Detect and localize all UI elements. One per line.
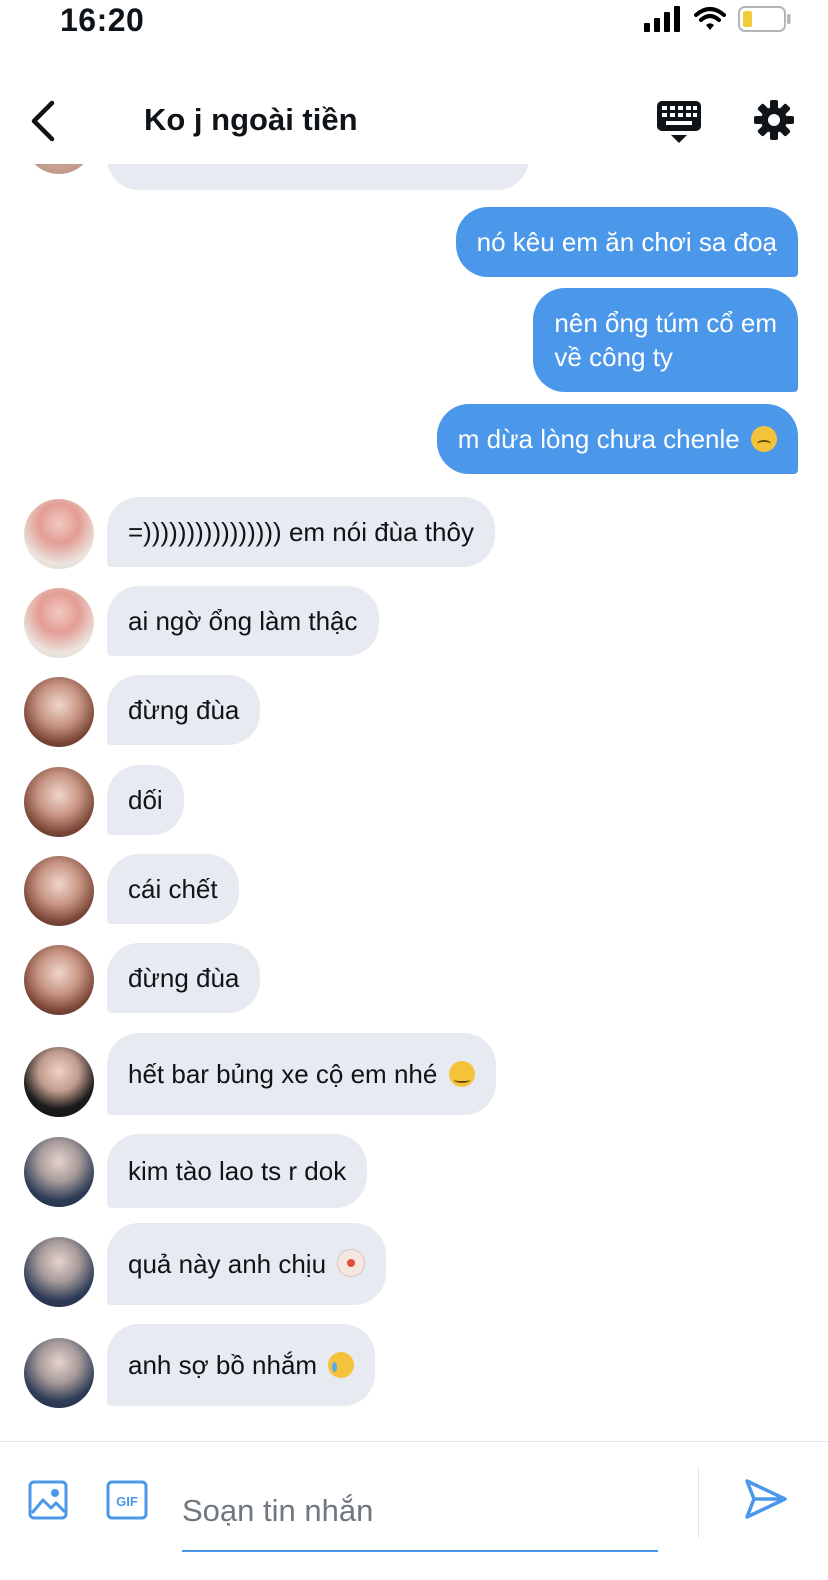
avatar[interactable] — [24, 1338, 94, 1408]
keyboard-icon[interactable] — [656, 100, 702, 144]
message-incoming[interactable]: anh sợ bồ nhắm — [107, 1324, 376, 1406]
message-text: dối — [107, 765, 184, 835]
message-text: hết bar bủng xe cộ em nhé — [128, 1059, 438, 1089]
status-time: 16:20 — [60, 2, 145, 38]
avatar[interactable] — [24, 164, 94, 174]
message-incoming[interactable]: =)))))))))))))))) em nói đùa thôy — [107, 497, 495, 567]
message-text: m dừa lòng chưa chenle — [457, 424, 740, 454]
message-text: quả này anh chịu — [128, 1249, 327, 1279]
avatar[interactable] — [24, 588, 94, 658]
message-text: =)))))))))))))))) em nói đùa thôy — [107, 497, 495, 567]
message-text: anh sợ bồ nhắm — [128, 1350, 318, 1380]
avatar[interactable] — [24, 499, 94, 569]
message-composer: GIF — [0, 1441, 828, 1580]
message-bubble: hết bar bủng xe cộ em nhé — [107, 1033, 496, 1115]
message-text: kim tào lao ts r dok — [107, 1134, 368, 1208]
divider — [698, 1466, 699, 1538]
send-icon[interactable] — [744, 1478, 788, 1520]
message-incoming[interactable]: hết bar bủng xe cộ em nhé — [107, 1033, 496, 1115]
message-input[interactable] — [182, 1472, 658, 1552]
clown-face-emoji-icon — [337, 1249, 366, 1277]
message-bubble: m dừa lòng chưa chenle — [436, 404, 798, 474]
message-incoming[interactable]: dối — [107, 765, 184, 835]
message-bubble-partial — [107, 164, 529, 190]
gif-icon[interactable]: GIF — [106, 1480, 148, 1520]
status-bar: 16:20 — [0, 0, 828, 44]
message-text: nên ổng túm cổ em về công ty — [533, 288, 798, 392]
avatar[interactable] — [24, 767, 94, 837]
avatar[interactable] — [24, 945, 94, 1015]
avatar[interactable] — [24, 677, 94, 747]
message-text: nó kêu em ăn chơi sa đoạ — [455, 207, 798, 277]
message-incoming[interactable]: đừng đùa — [107, 943, 261, 1013]
message-list[interactable]: nó kêu em ăn chơi sa đoạ nên ổng túm cổ … — [0, 164, 828, 1440]
message-incoming[interactable]: quả này anh chịu — [107, 1223, 387, 1305]
conversation-header: Ko j ngoài tiền — [0, 78, 828, 164]
message-outgoing[interactable]: m dừa lòng chưa chenle — [436, 404, 798, 474]
settings-gear-icon[interactable] — [752, 98, 796, 142]
message-incoming[interactable]: ai ngờ ổng làm thậc — [107, 586, 379, 656]
avatar[interactable] — [24, 856, 94, 926]
message-incoming[interactable]: cái chết — [107, 854, 239, 924]
message-incoming[interactable]: đừng đùa — [107, 675, 261, 745]
avatar[interactable] — [24, 1137, 94, 1207]
image-icon[interactable] — [28, 1480, 68, 1520]
avatar[interactable] — [24, 1237, 94, 1307]
message-incoming[interactable]: kim tào lao ts r dok — [107, 1134, 368, 1208]
message-outgoing[interactable]: nó kêu em ăn chơi sa đoạ — [455, 207, 798, 277]
message-bubble: anh sợ bồ nhắm — [107, 1324, 376, 1406]
message-text: cái chết — [107, 854, 239, 924]
wifi-icon — [694, 7, 726, 30]
status-icons — [644, 6, 792, 32]
message-text: đừng đùa — [107, 943, 261, 1013]
message-bubble: quả này anh chịu — [107, 1223, 387, 1305]
message-outgoing[interactable]: nên ổng túm cổ em về công ty — [533, 288, 798, 392]
message-text: đừng đùa — [107, 675, 261, 745]
svg-text:GIF: GIF — [116, 1494, 138, 1509]
back-arrow-icon[interactable] — [28, 98, 64, 144]
smirking-face-emoji-icon — [448, 1061, 475, 1087]
battery-icon — [738, 6, 791, 32]
crying-face-emoji-icon — [328, 1352, 355, 1378]
signal-icon — [644, 6, 680, 32]
upside-down-face-emoji-icon — [751, 426, 777, 452]
conversation-title: Ko j ngoài tiền — [144, 102, 358, 137]
message-text: ai ngờ ổng làm thậc — [107, 586, 379, 656]
avatar[interactable] — [24, 1047, 94, 1117]
